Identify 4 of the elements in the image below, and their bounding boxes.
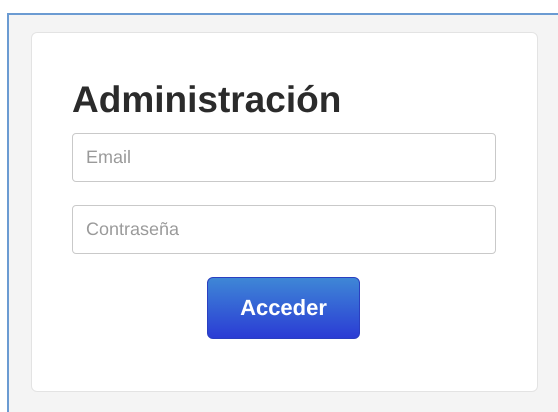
page-title: Administración (72, 78, 342, 122)
password-field[interactable]: Contraseña (72, 205, 496, 254)
login-button[interactable]: Acceder (207, 277, 360, 339)
email-field[interactable]: Email (72, 133, 496, 182)
